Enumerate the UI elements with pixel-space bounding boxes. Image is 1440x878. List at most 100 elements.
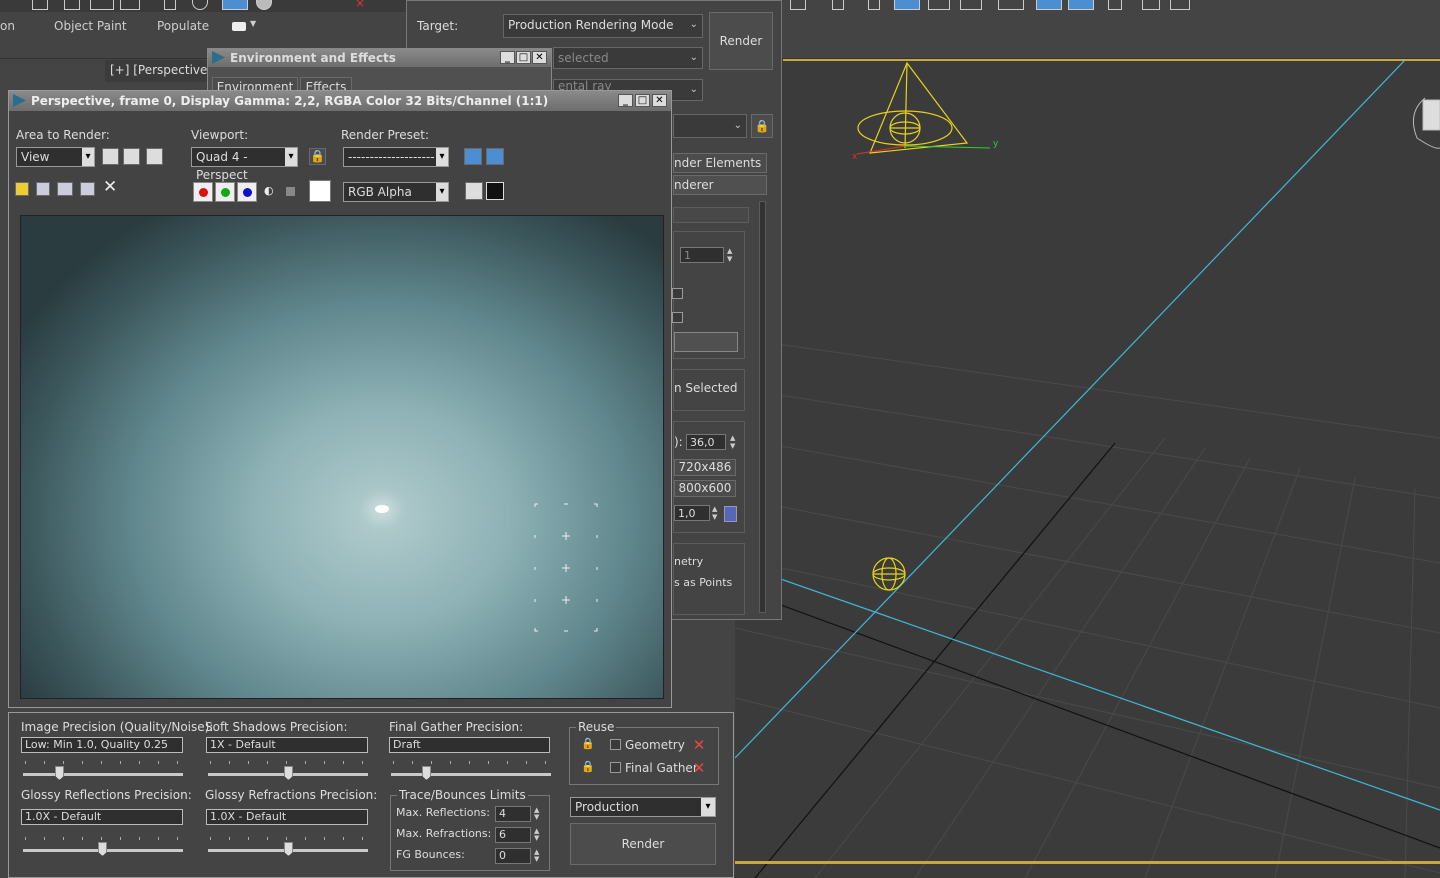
blue-channel-toggle[interactable] xyxy=(237,182,257,202)
size-800x600-button[interactable]: 800x600 xyxy=(674,480,736,497)
alpha-channel-icon[interactable]: ◐ xyxy=(264,184,274,198)
frame-window-titlebar[interactable]: Perspective, frame 0, Display Gamma: 2,2… xyxy=(9,91,671,111)
aspect-field[interactable]: 1,0 xyxy=(674,505,710,521)
max-reflections-spinner-icon[interactable]: ▲ ▼ xyxy=(534,807,539,821)
view-to-render-dropdown[interactable]: ⌄ xyxy=(673,114,747,138)
scale-icon[interactable] xyxy=(222,0,248,10)
clear-icon[interactable]: ✕ xyxy=(103,177,117,197)
perspective-viewport[interactable]: x y xyxy=(735,58,1440,878)
lock-view-icon[interactable]: 🔒 xyxy=(751,114,773,138)
max-refractions-field[interactable]: 6 xyxy=(495,827,531,843)
minimize-icon[interactable]: _ xyxy=(500,51,515,64)
red-channel-toggle[interactable] xyxy=(193,182,213,202)
toolbar-icon-12[interactable] xyxy=(1170,0,1190,10)
view-cube[interactable] xyxy=(1412,97,1440,149)
ribbon-tab-object-paint[interactable]: Object Paint xyxy=(54,19,127,33)
render-button[interactable]: Render xyxy=(709,12,773,70)
production-icon[interactable] xyxy=(486,148,504,165)
select-by-name-icon[interactable] xyxy=(64,0,80,10)
tab-renderer[interactable]: nderer xyxy=(673,175,767,195)
scrollbar[interactable] xyxy=(759,201,766,613)
image-precision-slider[interactable] xyxy=(23,773,183,776)
target-spotlight-gizmo[interactable] xyxy=(857,61,969,154)
save-image-icon[interactable] xyxy=(15,182,29,196)
render-mode-dropdown[interactable]: Production ▾ xyxy=(570,797,716,817)
env-effects-titlebar[interactable]: Environment and Effects _ □ ✕ xyxy=(208,49,551,67)
rollout-header[interactable] xyxy=(673,207,749,223)
glossy-refractions-slider-handle[interactable] xyxy=(284,842,293,856)
soft-shadows-slider-handle[interactable] xyxy=(284,766,293,780)
tab-render-elements[interactable]: nder Elements xyxy=(673,153,767,173)
print-icon[interactable] xyxy=(80,182,95,196)
toolbar-icon-11[interactable] xyxy=(1142,0,1160,10)
maximize-icon[interactable]: □ xyxy=(516,51,531,64)
render-selected-label[interactable]: n Selected xyxy=(674,381,737,395)
ribbon-options-icon[interactable] xyxy=(232,22,246,31)
toggle-ui-icon[interactable] xyxy=(486,182,504,200)
option-checkbox-1[interactable] xyxy=(672,288,683,299)
display-channel-dropdown[interactable]: RGB Alpha ▾ xyxy=(343,182,449,202)
final-gather-checkbox[interactable] xyxy=(610,762,621,773)
close-icon[interactable]: × xyxy=(355,0,371,10)
color-swatch[interactable] xyxy=(309,180,331,202)
clone-window-icon[interactable] xyxy=(57,182,73,196)
frames-field[interactable]: 1 xyxy=(680,247,724,263)
max-refractions-spinner-icon[interactable]: ▲ ▼ xyxy=(534,828,539,842)
rectangle-selection-icon[interactable] xyxy=(90,0,114,10)
image-precision-slider-handle[interactable] xyxy=(55,766,64,780)
clear-geometry-icon[interactable]: ✕ xyxy=(691,737,707,753)
target-dropdown[interactable]: Production Rendering Mode ⌄ xyxy=(503,14,703,38)
option-checkbox-2[interactable] xyxy=(672,312,683,323)
max-reflections-field[interactable]: 4 xyxy=(495,806,531,822)
window-crossing-icon[interactable] xyxy=(120,0,140,10)
fg-bounces-spinner-icon[interactable]: ▲ ▼ xyxy=(534,849,539,863)
render-button[interactable]: Render xyxy=(570,823,716,865)
render-setup-icon[interactable] xyxy=(146,148,163,165)
aspect-lock-icon[interactable] xyxy=(724,506,737,522)
toolbar-icon-4[interactable] xyxy=(894,0,920,10)
geometry-label[interactable]: netry xyxy=(674,555,703,568)
render-preset-dropdown[interactable]: -------------------- ▾ xyxy=(343,147,449,167)
toolbar-icon-5[interactable] xyxy=(928,0,950,10)
preset-dropdown[interactable]: selected ⌄ xyxy=(553,47,703,69)
lock-geometry-icon[interactable]: 🔒 xyxy=(581,737,595,751)
aspect-spinner-icon[interactable]: ▲ ▼ xyxy=(712,505,717,521)
ribbon-dropdown-icon[interactable]: ▼ xyxy=(250,19,256,28)
toolbar-icon-9[interactable] xyxy=(1068,0,1094,10)
auto-region-icon[interactable] xyxy=(123,148,140,165)
aperture-field[interactable]: 36,0 xyxy=(686,434,726,450)
minimize-icon[interactable]: _ xyxy=(618,94,633,107)
aperture-spinner-icon[interactable]: ▲ ▼ xyxy=(730,434,735,450)
geometry-checkbox[interactable] xyxy=(610,739,621,750)
viewport-dropdown[interactable]: Quad 4 - Perspect ▾ xyxy=(191,147,298,182)
snap-icon[interactable] xyxy=(256,0,272,10)
toolbar-icon-6[interactable] xyxy=(960,0,982,10)
clear-final-gather-icon[interactable]: ✕ xyxy=(691,760,707,776)
maximize-icon[interactable]: □ xyxy=(635,94,650,107)
close-icon[interactable]: ✕ xyxy=(652,94,667,107)
files-button[interactable] xyxy=(674,332,738,352)
as-points-label[interactable]: s as Points xyxy=(674,576,732,589)
copy-image-icon[interactable] xyxy=(36,182,50,196)
green-channel-toggle[interactable] xyxy=(215,182,235,202)
ribbon-tab-populate[interactable]: Populate xyxy=(157,19,209,33)
environment-icon[interactable] xyxy=(464,148,482,165)
final-gather-slider[interactable] xyxy=(391,773,551,776)
toggle-ui-overlay-icon[interactable] xyxy=(465,182,483,200)
toolbar-icon-3[interactable] xyxy=(868,0,880,10)
fg-bounces-field[interactable]: 0 xyxy=(495,848,531,864)
toolbar-icon-7[interactable] xyxy=(998,0,1024,10)
lock-icon[interactable]: 🔒 xyxy=(309,148,326,165)
edit-region-icon[interactable] xyxy=(102,148,119,165)
lock-final-gather-icon[interactable]: 🔒 xyxy=(581,760,595,774)
toolbar-icon-1[interactable] xyxy=(790,0,806,10)
close-icon[interactable]: ✕ xyxy=(532,51,547,64)
final-gather-slider-handle[interactable] xyxy=(422,766,431,780)
glossy-reflections-slider-handle[interactable] xyxy=(98,842,107,856)
move-icon[interactable] xyxy=(164,0,176,10)
region-crop-marks[interactable] xyxy=(531,502,601,634)
toolbar-icon-2[interactable] xyxy=(832,0,844,10)
toolbar-icon-10[interactable] xyxy=(1108,0,1122,10)
select-icon[interactable] xyxy=(32,0,48,10)
toolbar-icon-8[interactable] xyxy=(1036,0,1062,10)
